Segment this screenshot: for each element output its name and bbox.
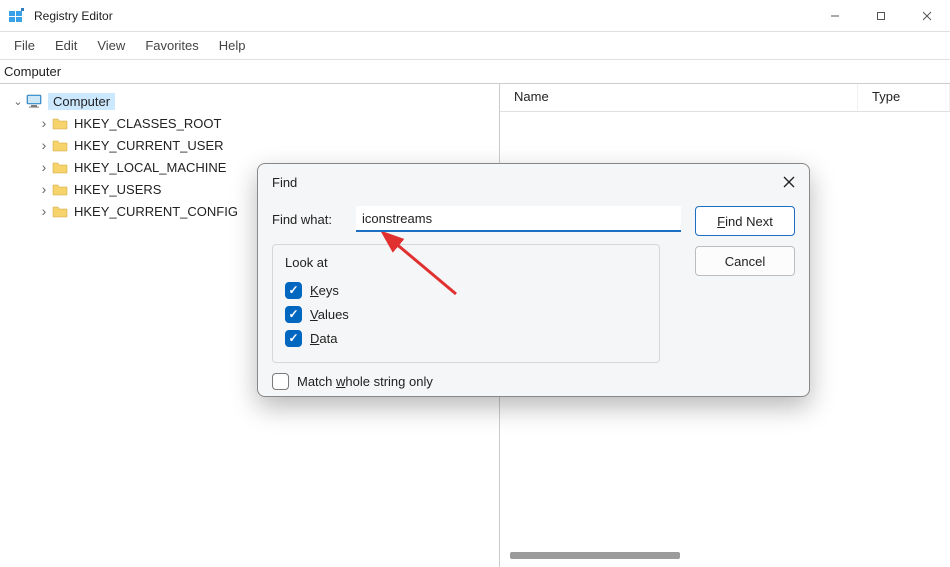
checkbox-values[interactable] <box>285 306 302 323</box>
folder-icon <box>52 183 68 196</box>
close-button[interactable] <box>904 0 950 31</box>
tree-label: HKEY_CURRENT_USER <box>74 138 224 153</box>
look-at-group: Look at Keys Values Data <box>272 244 660 363</box>
menu-file[interactable]: File <box>4 34 45 57</box>
scrollbar-thumb[interactable] <box>510 552 680 559</box>
checkbox-match-whole-label: Match whole string only <box>297 374 433 389</box>
app-icon <box>8 7 26 25</box>
computer-icon <box>26 94 42 108</box>
dialog-close-button[interactable] <box>775 168 803 196</box>
checkbox-keys-label: Keys <box>310 283 339 298</box>
column-header-type[interactable]: Type <box>858 84 950 111</box>
checkbox-values-label: Values <box>310 307 349 322</box>
menu-favorites[interactable]: Favorites <box>135 34 208 57</box>
address-bar[interactable]: Computer <box>0 60 950 84</box>
address-text: Computer <box>4 64 61 79</box>
checkbox-data-label: Data <box>310 331 337 346</box>
checkbox-data[interactable] <box>285 330 302 347</box>
tree-label: HKEY_CLASSES_ROOT <box>74 116 221 131</box>
checkbox-data-row[interactable]: Data <box>285 326 647 350</box>
folder-icon <box>52 117 68 130</box>
checkbox-match-whole[interactable] <box>272 373 289 390</box>
tree-label: HKEY_LOCAL_MACHINE <box>74 160 226 175</box>
dialog-title: Find <box>272 175 775 190</box>
tree-node-hkcr[interactable]: HKEY_CLASSES_ROOT <box>4 112 495 134</box>
chevron-right-icon[interactable] <box>38 115 50 131</box>
menu-edit[interactable]: Edit <box>45 34 87 57</box>
chevron-right-icon[interactable] <box>38 159 50 175</box>
cancel-button[interactable]: Cancel <box>695 246 795 276</box>
menu-bar: File Edit View Favorites Help <box>0 32 950 60</box>
checkbox-keys[interactable] <box>285 282 302 299</box>
chevron-right-icon[interactable] <box>38 137 50 153</box>
checkbox-values-row[interactable]: Values <box>285 302 647 326</box>
horizontal-scrollbar[interactable] <box>510 551 940 561</box>
list-header: Name Type <box>500 84 950 112</box>
menu-view[interactable]: View <box>87 34 135 57</box>
chevron-down-icon[interactable] <box>12 95 24 108</box>
column-header-name[interactable]: Name <box>500 84 858 111</box>
tree-label: HKEY_CURRENT_CONFIG <box>74 204 238 219</box>
checkbox-keys-row[interactable]: Keys <box>285 278 647 302</box>
chevron-right-icon[interactable] <box>38 203 50 219</box>
window-title: Registry Editor <box>34 9 812 23</box>
folder-icon <box>52 205 68 218</box>
look-at-label: Look at <box>285 255 647 270</box>
maximize-button[interactable] <box>858 0 904 31</box>
checkbox-match-whole-row[interactable]: Match whole string only <box>272 373 681 390</box>
find-what-label: Find what: <box>272 212 342 227</box>
minimize-button[interactable] <box>812 0 858 31</box>
folder-icon <box>52 161 68 174</box>
tree-label: Computer <box>48 93 115 110</box>
tree-node-hkcu[interactable]: HKEY_CURRENT_USER <box>4 134 495 156</box>
menu-help[interactable]: Help <box>209 34 256 57</box>
find-what-input[interactable] <box>356 206 681 232</box>
folder-icon <box>52 139 68 152</box>
window-controls <box>812 0 950 31</box>
dialog-title-bar[interactable]: Find <box>258 164 809 200</box>
find-next-button[interactable]: Find Next <box>695 206 795 236</box>
tree-label: HKEY_USERS <box>74 182 161 197</box>
find-dialog: Find Find what: Look at Keys <box>257 163 810 397</box>
title-bar: Registry Editor <box>0 0 950 32</box>
chevron-right-icon[interactable] <box>38 181 50 197</box>
tree-node-computer[interactable]: Computer <box>4 90 495 112</box>
